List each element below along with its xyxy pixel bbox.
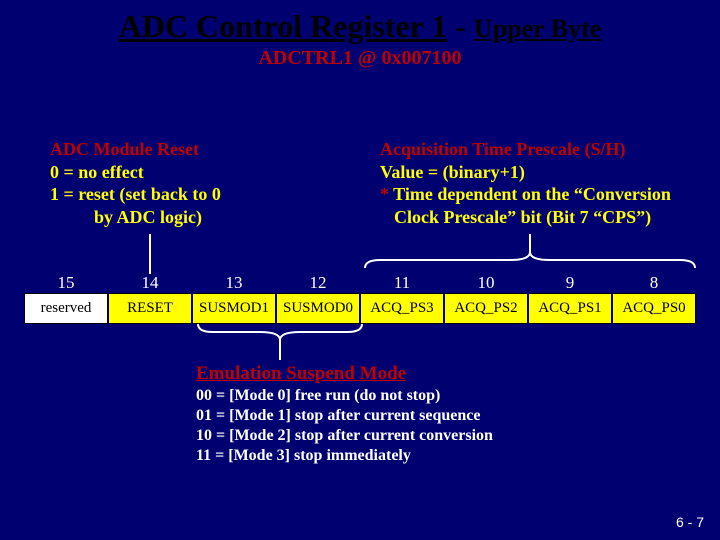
bit-num: 8 [612,273,696,293]
reset-line3: by ADC logic) [50,206,350,229]
title-main: ADC Control Register 1 [119,8,448,44]
bit-cell-acqps0: ACQ_PS0 [612,293,696,324]
title-sub: Upper Byte [474,14,601,43]
bit-num: 12 [276,273,360,293]
bit-num: 11 [360,273,444,293]
bit-table: 15 14 13 12 11 10 9 8 reserved RESET SUS… [24,273,696,324]
reset-line2: 1 = reset (set back to 0 [50,183,350,206]
acq-line1: Value = (binary+1) [380,161,700,184]
bit-cells-row: reserved RESET SUSMOD1 SUSMOD0 ACQ_PS3 A… [24,293,696,324]
bit-cell-acqps3: ACQ_PS3 [360,293,444,324]
emul-line4: 11 = [Mode 3] stop immediately [196,446,493,466]
emulation-suspend-block: Emulation Suspend Mode 00 = [Mode 0] fre… [196,362,493,466]
emul-line1: 00 = [Mode 0] free run (do not stop) [196,386,493,406]
bit-cell-susmod0: SUSMOD0 [276,293,360,324]
acq-heading: Acquisition Time Prescale (S/H) [380,138,700,161]
title-dash: - [447,8,474,44]
bit-cell-susmod1: SUSMOD1 [192,293,276,324]
reset-heading: ADC Module Reset [50,138,350,161]
emul-line2: 01 = [Mode 1] stop after current sequenc… [196,406,493,426]
reset-description: ADC Module Reset 0 = no effect 1 = reset… [50,138,350,228]
bit-num: 14 [108,273,192,293]
bit-num: 13 [192,273,276,293]
bit-cell-reserved: reserved [24,293,108,324]
bit-num: 10 [444,273,528,293]
bit-cell-acqps2: ACQ_PS2 [444,293,528,324]
acq-description: Acquisition Time Prescale (S/H) Value = … [380,138,700,228]
emul-line3: 10 = [Mode 2] stop after current convers… [196,426,493,446]
bit-num: 9 [528,273,612,293]
acq-line3: Clock Prescale” bit (Bit 7 “CPS”) [380,206,700,229]
bit-numbers-row: 15 14 13 12 11 10 9 8 [24,273,696,293]
reset-line1: 0 = no effect [50,161,350,184]
register-address: ADCTRL1 @ 0x007100 [0,47,720,70]
acq-line2: * Time dependent on the “Conversion [380,183,700,206]
bit-num: 15 [24,273,108,293]
emul-heading: Emulation Suspend Mode [196,362,493,386]
slide-title: ADC Control Register 1 - Upper Byte [0,0,720,45]
bit-cell-reset: RESET [108,293,192,324]
page-number: 6 - 7 [676,514,704,530]
bit-cell-acqps1: ACQ_PS1 [528,293,612,324]
